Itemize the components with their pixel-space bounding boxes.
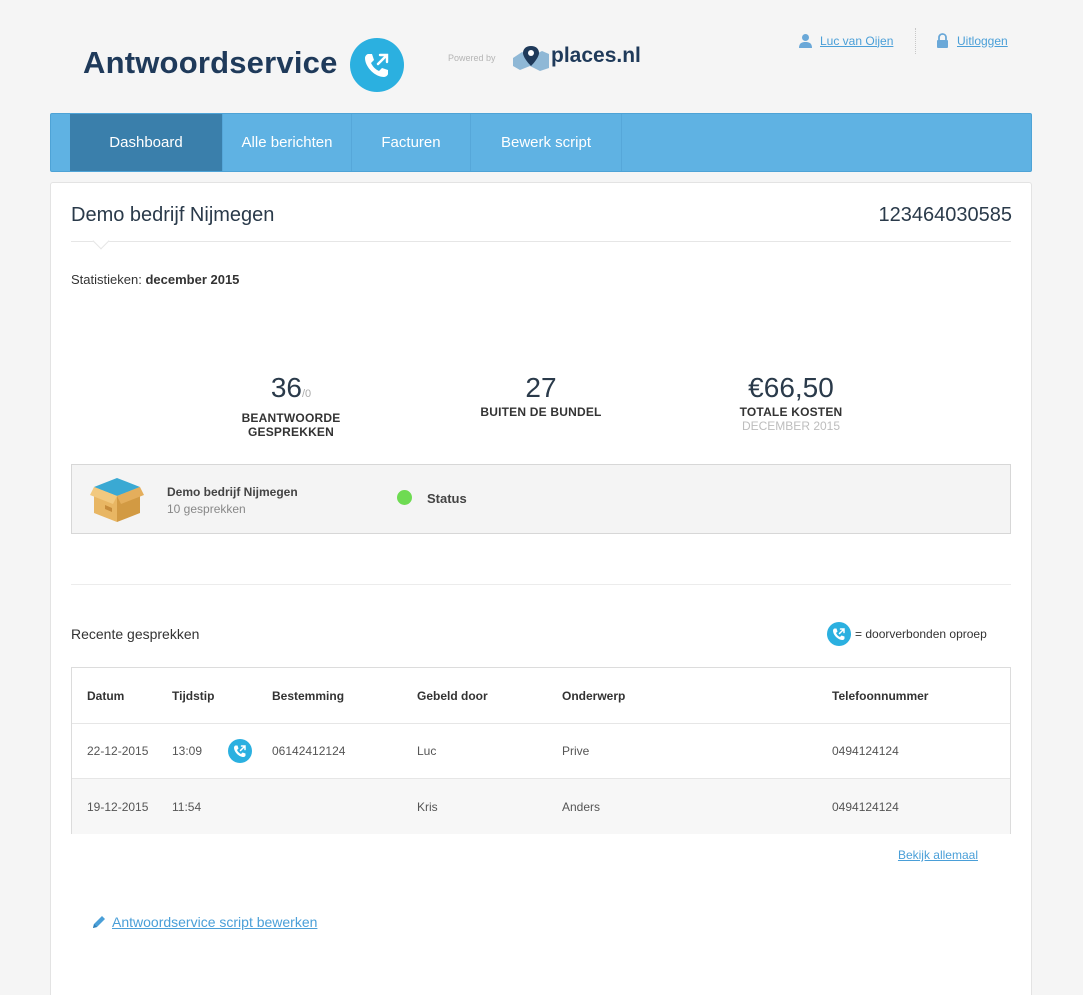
stat-answered-label1: BEANTWOORDE	[241, 411, 341, 425]
column-telefoonnummer: Telefoonnummer	[832, 688, 929, 703]
cell-telefoonnummer: 0494124124	[832, 799, 899, 814]
stat-answered: 36/0 BEANTWOORDE GESPREKKEN	[191, 371, 391, 439]
partner-logo-text: places.nl	[551, 44, 641, 67]
pencil-icon	[93, 916, 105, 928]
table-header-row: Datum Tijdstip Bestemming Gebeld door On…	[72, 668, 1010, 724]
recent-calls-table: Datum Tijdstip Bestemming Gebeld door On…	[71, 667, 1011, 834]
dashboard-card: Demo bedrijf Nijmegen 123464030585 Stati…	[50, 182, 1032, 995]
column-gebeld-door: Gebeld door	[417, 688, 488, 703]
bundle-count: 10 gesprekken	[167, 502, 246, 516]
stats-label: Statistieken:	[71, 272, 142, 287]
powered-by-label: Powered by	[448, 53, 496, 63]
stat-answered-suffix: /0	[301, 388, 312, 400]
stat-outside-bundle: 27 BUITEN DE BUNDEL	[441, 371, 641, 419]
cell-telefoonnummer: 0494124124	[832, 744, 899, 758]
table-row[interactable]: 19-12-2015 11:54 Kris Anders 0494124124	[72, 779, 1010, 834]
bundle-panel: Demo bedrijf Nijmegen 10 gesprekken Stat…	[71, 464, 1011, 534]
cell-gebeld-door: Kris	[417, 799, 438, 814]
tab-facturen[interactable]: Facturen	[352, 114, 471, 171]
cell-datum: 19-12-2015	[87, 799, 149, 814]
header: Antwoordservice Powered by places.nl Luc…	[0, 0, 1083, 110]
logout: Uitloggen	[935, 33, 1008, 48]
column-tijdstip: Tijdstip	[172, 688, 215, 703]
tab-bewerk-script[interactable]: Bewerk script	[471, 114, 622, 171]
cell-tijdstip: 11:54	[172, 799, 202, 814]
view-all-link[interactable]: Bekijk allemaal	[898, 848, 978, 862]
table-row[interactable]: 22-12-2015 13:09 06142412124 Luc Prive 0…	[72, 724, 1010, 779]
phone-forward-icon	[827, 622, 851, 646]
cell-tijdstip: 13:09	[172, 744, 203, 758]
stat-cost-value: €66,50	[748, 372, 834, 403]
legend-text: = doorverbonden oproep	[855, 627, 987, 641]
column-onderwerp: Onderwerp	[562, 688, 626, 703]
cell-bestemming: 06142412124	[272, 744, 346, 758]
bundle-name: Demo bedrijf Nijmegen	[167, 485, 298, 499]
stat-outside-value: 27	[525, 372, 557, 403]
stat-answered-value: 36	[270, 372, 302, 403]
header-divider	[915, 28, 916, 54]
column-bestemming: Bestemming	[272, 688, 345, 703]
stat-answered-label2: GESPREKKEN	[247, 425, 335, 439]
status-label: Status	[427, 491, 467, 506]
cell-onderwerp: Prive	[562, 744, 590, 758]
column-datum: Datum	[87, 688, 125, 703]
stats-month: december 2015	[145, 272, 240, 287]
brand-title: Antwoordservice	[83, 45, 338, 80]
recent-calls-title: Recente gesprekken	[71, 626, 200, 642]
map-pin-logo-icon	[512, 44, 550, 72]
phone-forward-icon	[228, 739, 252, 763]
user-name-link[interactable]: Luc van Oijen	[820, 34, 893, 48]
logout-link[interactable]: Uitloggen	[957, 34, 1008, 48]
phone-forward-icon	[350, 38, 404, 92]
title-notch	[92, 232, 110, 250]
tab-alle-berichten[interactable]: Alle berichten	[223, 114, 352, 171]
company-name: Demo bedrijf Nijmegen	[71, 204, 275, 226]
main-nav: Dashboard Alle berichten Facturen Bewerk…	[50, 113, 1032, 172]
cell-datum: 22-12-2015	[87, 744, 149, 758]
user-icon	[799, 34, 812, 48]
cell-onderwerp: Anders	[562, 799, 601, 814]
company-number: 123464030585	[878, 204, 1012, 226]
stat-cost-period: DECEMBER 2015	[741, 419, 841, 433]
forwarded-legend: = doorverbonden oproep	[827, 622, 987, 646]
edit-script-link[interactable]: Antwoordservice script bewerken	[112, 914, 317, 930]
stats-period: Statistieken: december 2015	[71, 272, 239, 287]
section-divider	[71, 584, 1011, 585]
title-divider	[71, 241, 1011, 242]
cell-gebeld-door: Luc	[417, 744, 437, 758]
stat-outside-label: BUITEN DE BUNDEL	[480, 405, 602, 419]
status-indicator	[397, 490, 412, 505]
edit-script: Antwoordservice script bewerken	[91, 914, 317, 930]
box-icon	[90, 478, 144, 522]
lock-icon	[937, 33, 948, 48]
tab-dashboard[interactable]: Dashboard	[70, 114, 223, 171]
stat-cost-label: TOTALE KOSTEN	[739, 405, 843, 419]
stat-total-cost: €66,50 TOTALE KOSTEN DECEMBER 2015	[691, 371, 891, 433]
user-menu: Luc van Oijen	[798, 33, 893, 48]
